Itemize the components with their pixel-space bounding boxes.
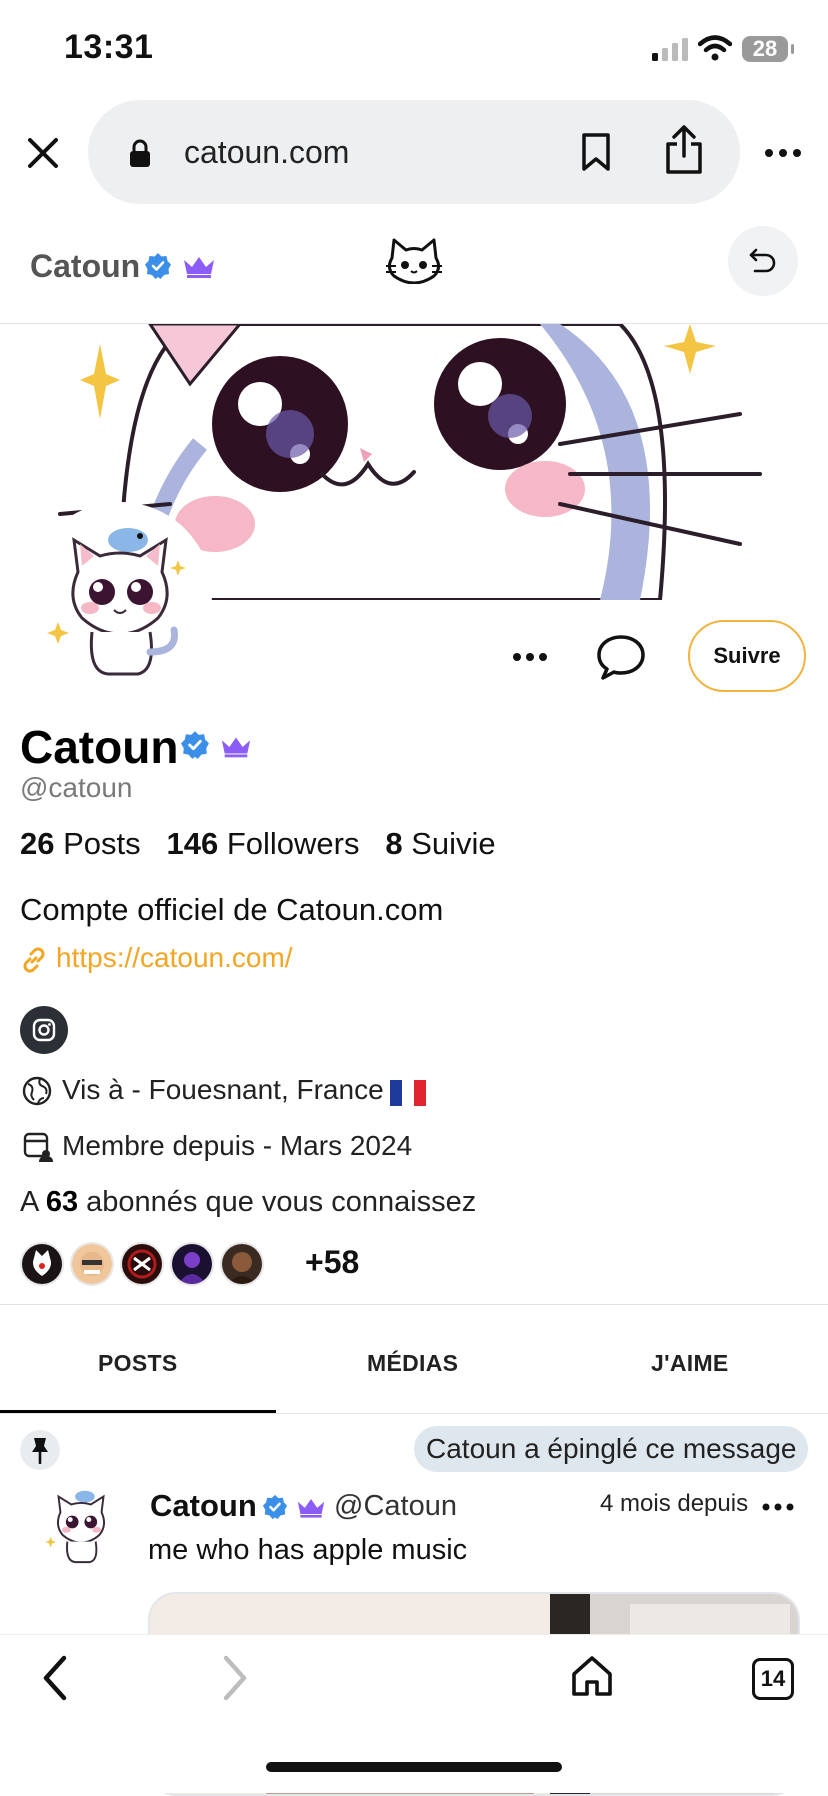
mutual-avatar[interactable]	[120, 1242, 164, 1286]
post-author-avatar[interactable]	[36, 1478, 126, 1568]
profile-member-since: Membre depuis - Mars 2024	[62, 1130, 413, 1161]
mutual-avatar[interactable]	[70, 1242, 114, 1286]
tabs-divider	[0, 1413, 828, 1414]
profile-avatar[interactable]	[28, 502, 212, 686]
mutual-followers-text[interactable]: A 63 abonnés que vous connaissez	[20, 1186, 476, 1219]
profile-name: Catoun	[20, 721, 179, 773]
mutual-more-count[interactable]: +58	[305, 1244, 359, 1281]
stat-followers-value: 146	[166, 826, 219, 861]
calendar-member-icon	[23, 1132, 53, 1162]
stat-posts[interactable]: 26 Posts	[20, 826, 141, 861]
verified-badge-icon	[145, 253, 171, 279]
undo-icon	[749, 248, 776, 273]
crown-icon	[184, 257, 214, 278]
stat-followers-label: Followers	[226, 826, 360, 861]
crown-icon	[297, 1499, 325, 1518]
wifi-icon	[698, 35, 732, 61]
stat-posts-value: 26	[20, 826, 55, 861]
back-arrow-icon[interactable]	[40, 1654, 70, 1702]
pin-badge	[20, 1430, 60, 1470]
profile-more-icon[interactable]	[512, 652, 548, 662]
site-header-name[interactable]: Catoun	[30, 248, 140, 285]
status-time: 13:31	[64, 28, 154, 66]
post-timestamp: 4 mois depuis	[600, 1490, 749, 1517]
instagram-button[interactable]	[20, 1006, 68, 1054]
globe-icon	[22, 1076, 52, 1106]
profile-website-link[interactable]: https://catoun.com/	[56, 942, 293, 974]
stat-following[interactable]: 8 Suivie	[385, 826, 495, 861]
mutual-prefix: A	[20, 1186, 38, 1218]
tab-medias[interactable]: MÉDIAS	[367, 1350, 458, 1377]
post-more-icon[interactable]	[762, 1502, 794, 1512]
link-icon	[23, 947, 45, 973]
stat-posts-label: Posts	[63, 826, 141, 861]
follow-button[interactable]: Suivre	[688, 620, 806, 692]
mutual-avatar[interactable]	[20, 1242, 64, 1286]
tab-posts[interactable]: POSTS	[98, 1350, 177, 1377]
home-indicator	[266, 1762, 562, 1772]
mutual-suffix: abonnés que vous connaissez	[86, 1186, 477, 1218]
stat-following-value: 8	[385, 826, 403, 861]
tabs-count-button[interactable]: 14	[752, 1658, 794, 1700]
share-icon[interactable]	[664, 124, 704, 176]
lock-icon	[130, 139, 150, 167]
pinned-label: Catoun a épinglé ce message	[414, 1426, 809, 1472]
profile-location: Vis à - Fouesnant, France	[62, 1074, 384, 1105]
instagram-icon	[32, 1018, 56, 1042]
profile-bio: Compte officiel de Catoun.com	[20, 892, 444, 927]
mutual-avatar[interactable]	[220, 1242, 264, 1286]
battery-indicator: 28	[742, 36, 794, 62]
mutual-avatar[interactable]	[170, 1242, 214, 1286]
home-icon[interactable]	[570, 1654, 614, 1698]
mutual-count: 63	[45, 1186, 79, 1218]
verified-badge-icon	[262, 1494, 288, 1520]
crown-icon	[221, 737, 251, 758]
signal-icon	[652, 38, 688, 61]
france-flag-icon	[390, 1080, 426, 1106]
message-icon[interactable]	[596, 634, 646, 680]
post-text: me who has apple music	[148, 1534, 468, 1566]
close-icon[interactable]	[26, 136, 60, 170]
profile-divider	[0, 1304, 828, 1305]
post-author-name[interactable]: Catoun	[150, 1488, 257, 1524]
post-author-handle[interactable]: @Catoun	[334, 1490, 457, 1523]
bookmark-icon[interactable]	[580, 132, 612, 172]
url-text: catoun.com	[184, 134, 350, 170]
stat-following-label: Suivie	[411, 826, 496, 861]
profile-stats: 26 Posts 146 Followers 8 Suivie	[20, 826, 496, 862]
forward-arrow-icon[interactable]	[220, 1654, 250, 1702]
more-menu-icon[interactable]	[764, 148, 802, 158]
tab-likes[interactable]: J'AIME	[651, 1350, 729, 1377]
stat-followers[interactable]: 146 Followers	[166, 826, 359, 861]
profile-handle: @catoun	[20, 772, 133, 803]
cat-logo-icon[interactable]	[384, 238, 444, 284]
verified-badge-icon	[181, 731, 209, 759]
pin-icon	[32, 1438, 48, 1464]
